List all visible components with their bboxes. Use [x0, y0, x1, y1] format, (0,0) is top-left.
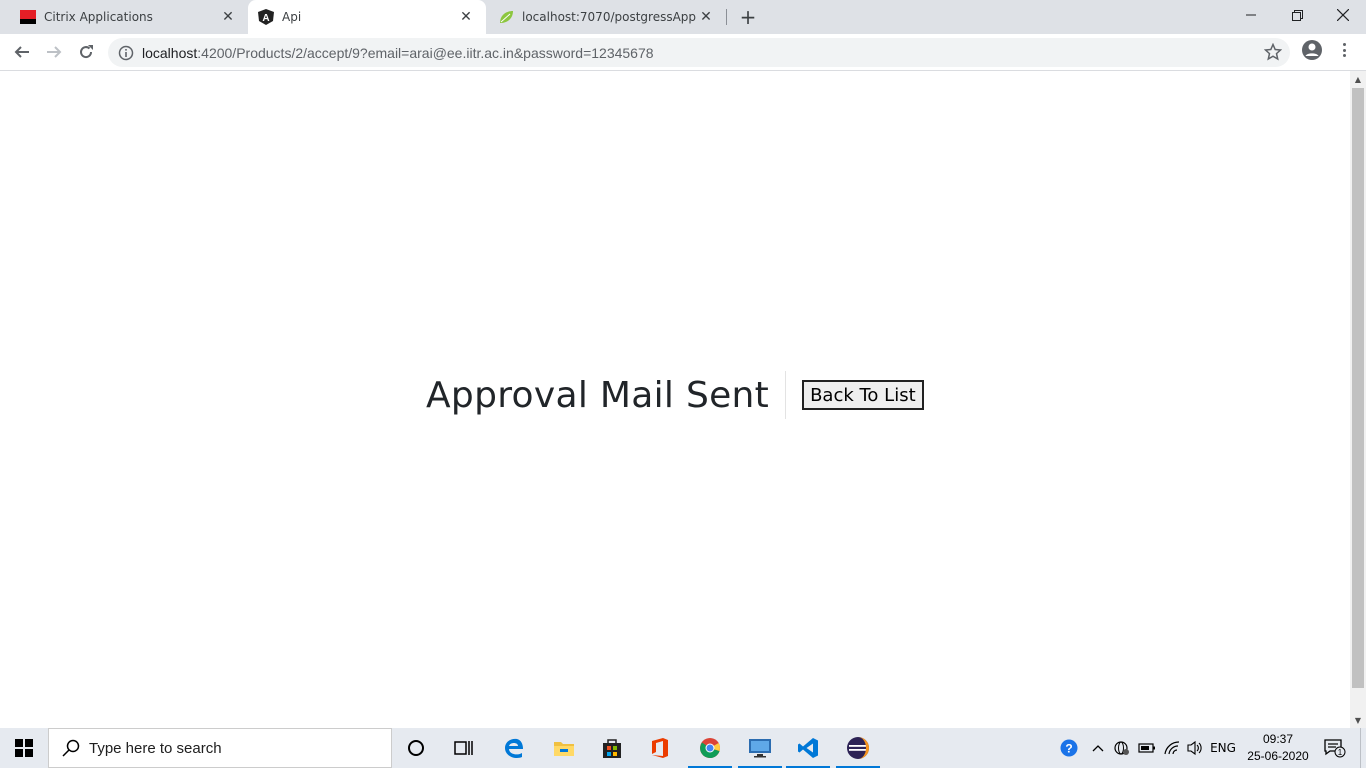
minimize-button[interactable]: [1228, 0, 1274, 30]
taskbar-search[interactable]: Type here to search: [48, 728, 392, 768]
close-icon[interactable]: ✕: [696, 7, 716, 27]
angular-icon: A: [258, 9, 274, 25]
volume-icon[interactable]: [1184, 728, 1206, 768]
close-icon[interactable]: ✕: [218, 7, 238, 27]
tab-title: Citrix Applications: [44, 10, 153, 24]
network-globe-icon[interactable]: [1110, 728, 1134, 768]
windows-logo-icon: [15, 739, 33, 757]
page-viewport: Approval Mail Sent Back To List: [0, 71, 1350, 728]
scroll-down-arrow-icon[interactable]: ▼: [1350, 712, 1366, 728]
vscode-icon[interactable]: [784, 728, 832, 768]
cortana-icon[interactable]: [392, 728, 440, 768]
wifi-icon[interactable]: [1160, 728, 1184, 768]
reload-button[interactable]: [72, 38, 100, 66]
task-view-icon[interactable]: [440, 728, 488, 768]
help-icon[interactable]: ?: [1058, 728, 1080, 768]
reload-icon: [80, 45, 93, 59]
scroll-thumb[interactable]: [1352, 88, 1364, 688]
store-icon[interactable]: [588, 728, 636, 768]
browser-menu-icon[interactable]: [1336, 40, 1352, 60]
url-host: localhost: [142, 44, 198, 61]
remote-desktop-icon[interactable]: [736, 728, 784, 768]
svg-text:A: A: [262, 13, 269, 24]
arrow-left-icon: [14, 46, 29, 58]
bookmark-star-icon[interactable]: [1264, 43, 1282, 61]
search-placeholder: Type here to search: [89, 739, 222, 757]
svg-text:?: ?: [1065, 742, 1072, 756]
divider: [785, 371, 787, 419]
url-text: localhost:4200/Products/2/accept/9?email…: [142, 45, 654, 61]
notification-count: 1: [1338, 748, 1343, 757]
url-path: :4200/Products/2/accept/9?email=arai@ee.…: [197, 44, 654, 61]
back-button[interactable]: [8, 38, 36, 66]
tab-title: localhost:7070/postgressApp/prc: [522, 10, 696, 24]
action-center-icon[interactable]: 1: [1320, 728, 1350, 768]
language-indicator[interactable]: ENG: [1208, 728, 1238, 768]
system-clock[interactable]: 09:37 25-06-2020: [1240, 730, 1316, 766]
eclipse-icon[interactable]: [834, 728, 882, 768]
tab-strip: Citrix Applications ✕ A Api ✕ localhost:…: [0, 0, 1366, 34]
close-icon[interactable]: ✕: [456, 7, 476, 27]
page-title: Approval Mail Sent: [426, 374, 770, 416]
battery-icon[interactable]: [1136, 728, 1158, 768]
clock-date: 25-06-2020: [1247, 749, 1309, 763]
citrix-icon: [20, 9, 36, 25]
tab-api[interactable]: A Api ✕: [248, 0, 486, 34]
chrome-icon[interactable]: [686, 728, 734, 768]
start-button[interactable]: [0, 728, 48, 768]
tab-title: Api: [282, 10, 302, 24]
profile-avatar-icon[interactable]: [1300, 38, 1324, 62]
address-bar[interactable]: localhost:4200/Products/2/accept/9?email…: [108, 38, 1290, 67]
tab-separator: [726, 9, 727, 25]
tab-citrix[interactable]: Citrix Applications ✕: [0, 0, 248, 34]
clock-time: 09:37: [1262, 732, 1294, 746]
vertical-scrollbar[interactable]: ▲ ▼: [1350, 71, 1366, 728]
tab-postgress[interactable]: localhost:7070/postgressApp/prc ✕: [486, 0, 726, 34]
new-tab-button[interactable]: +: [736, 5, 760, 29]
search-icon: [62, 739, 80, 757]
restore-button[interactable]: [1274, 0, 1320, 30]
approval-panel: Approval Mail Sent Back To List: [426, 371, 924, 419]
forward-button[interactable]: [40, 38, 68, 66]
file-explorer-icon[interactable]: [540, 728, 588, 768]
chevron-up-icon[interactable]: [1088, 728, 1108, 768]
arrow-right-icon: [47, 46, 62, 58]
browser-toolbar: localhost:4200/Products/2/accept/9?email…: [0, 34, 1366, 71]
windows-taskbar: Type here to search ? ENG 09:37 25-06-20…: [0, 728, 1366, 768]
edge-icon[interactable]: [490, 728, 538, 768]
back-to-list-button[interactable]: Back To List: [802, 380, 924, 410]
show-desktop-button[interactable]: [1360, 728, 1366, 768]
info-icon[interactable]: [118, 45, 134, 61]
close-window-button[interactable]: [1320, 0, 1366, 30]
scroll-up-arrow-icon[interactable]: ▲: [1350, 71, 1366, 87]
spring-leaf-icon: [498, 9, 514, 25]
office-icon[interactable]: [636, 728, 684, 768]
